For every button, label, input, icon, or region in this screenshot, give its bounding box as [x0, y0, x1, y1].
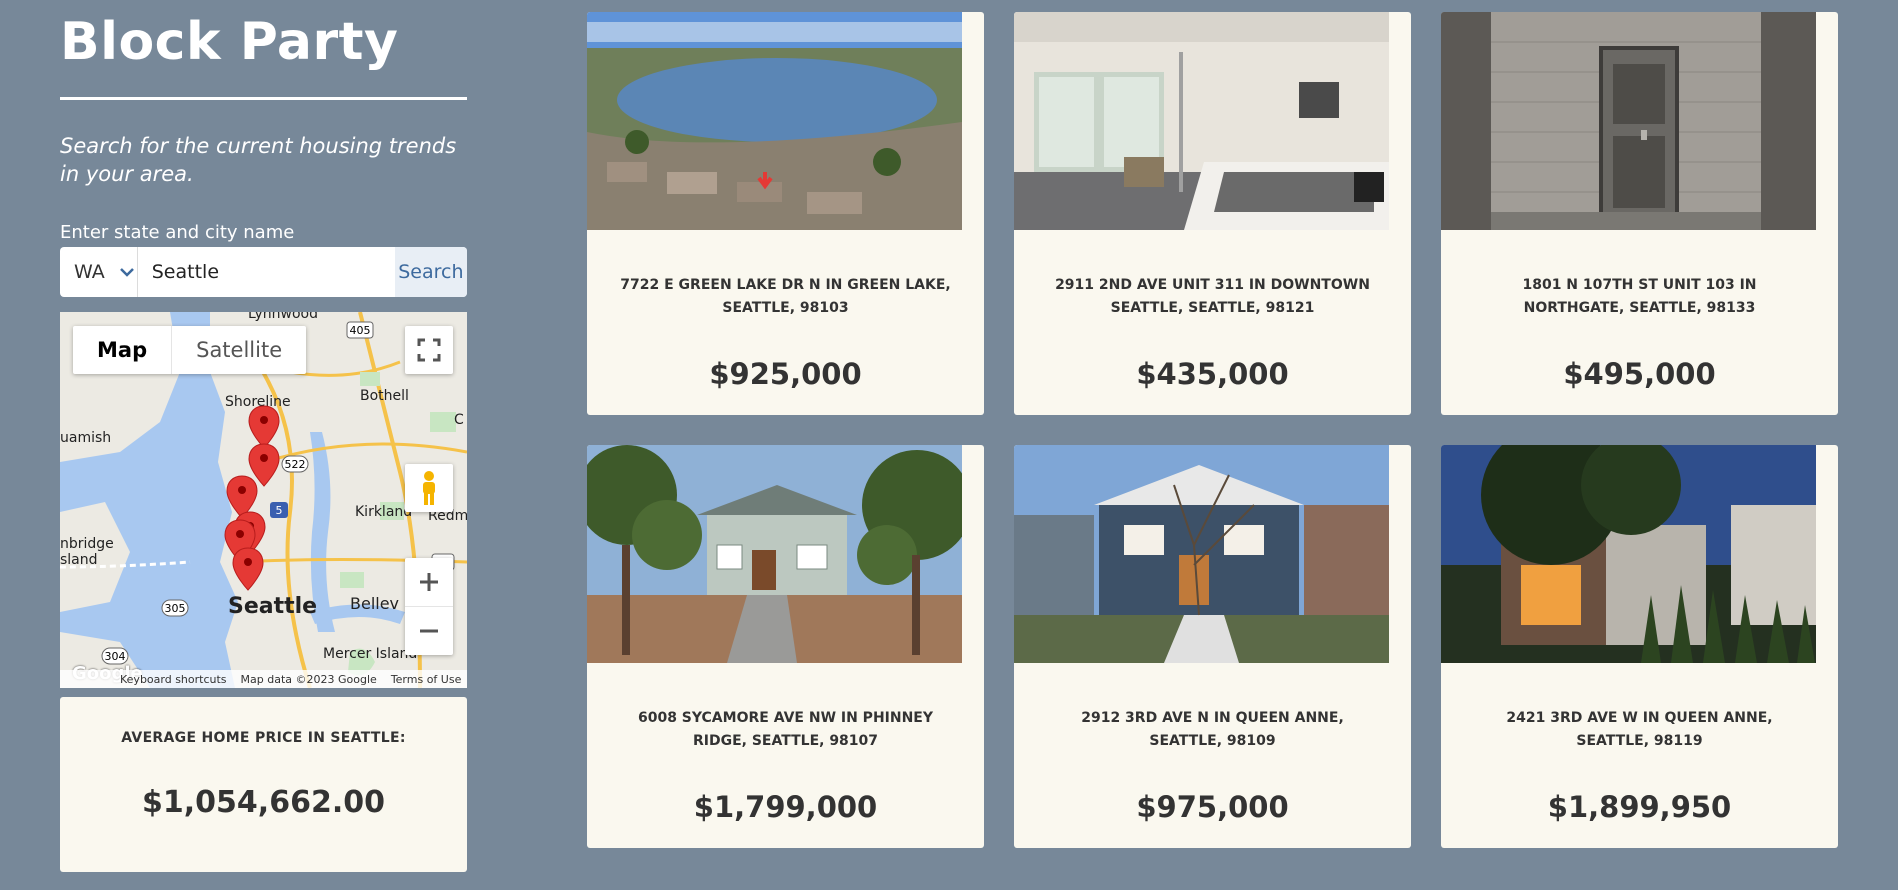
- zoom-in-button[interactable]: [405, 559, 453, 607]
- listing-card[interactable]: 6008 SYCAMORE AVE NW IN PHINNEY RIDGE, S…: [587, 445, 984, 848]
- keyboard-shortcuts-link[interactable]: Keyboard shortcuts: [120, 673, 227, 686]
- listing-card[interactable]: 1801 N 107TH ST UNIT 103 IN NORTHGATE, S…: [1441, 12, 1838, 415]
- minus-icon: [420, 629, 438, 632]
- listing-photo: [1441, 445, 1816, 663]
- average-price-card: AVERAGE HOME PRICE IN SEATTLE: $1,054,66…: [60, 697, 467, 872]
- fullscreen-button[interactable]: [405, 326, 453, 374]
- listing-address: 2912 3RD AVE N IN QUEEN ANNE, SEATTLE, 9…: [1081, 710, 1344, 749]
- listing-address: 1801 N 107TH ST UNIT 103 IN NORTHGATE, S…: [1522, 277, 1757, 316]
- street-view-button[interactable]: [405, 464, 453, 512]
- zoom-out-button[interactable]: [405, 607, 453, 655]
- city-input[interactable]: [137, 247, 395, 297]
- state-city-label: Enter state and city name: [60, 222, 295, 243]
- map-data-attribution: Map data ©2023 Google: [240, 672, 377, 686]
- search-form: WA Search: [60, 247, 467, 297]
- map-footer: Keyboard shortcuts Map data ©2023 Google…: [60, 670, 467, 688]
- terms-of-use-link[interactable]: Terms of Use: [391, 673, 462, 686]
- tab-map[interactable]: Map: [73, 326, 171, 374]
- state-select-value: WA: [74, 261, 105, 283]
- listing-address: 2421 3RD AVE W IN QUEEN ANNE, SEATTLE, 9…: [1506, 710, 1773, 749]
- map-marker-icon: [232, 547, 264, 591]
- state-select[interactable]: WA: [60, 247, 138, 297]
- pegman-icon: [423, 471, 435, 505]
- plus-icon: [420, 573, 438, 591]
- map[interactable]: Lynnwood Shoreline Bothell uamish Kirkla…: [60, 312, 467, 688]
- map-type-control: Map Satellite: [73, 326, 307, 374]
- listing-price: $1,899,950: [1547, 790, 1732, 824]
- listing-card[interactable]: 2911 2ND AVE UNIT 311 IN DOWNTOWN SEATTL…: [1014, 12, 1411, 415]
- listing-card[interactable]: 2912 3RD AVE N IN QUEEN ANNE, SEATTLE, 9…: [1014, 445, 1411, 848]
- map-marker-icon: [248, 443, 280, 487]
- listing-card[interactable]: 2421 3RD AVE W IN QUEEN ANNE, SEATTLE, 9…: [1441, 445, 1838, 848]
- zoom-control: [405, 558, 453, 655]
- listing-photo: [1014, 445, 1389, 663]
- search-button[interactable]: Search: [394, 247, 467, 297]
- tab-satellite[interactable]: Satellite: [171, 326, 306, 374]
- listing-price: $925,000: [709, 357, 862, 391]
- listing-photo: [1441, 12, 1816, 230]
- listing-photo: [587, 12, 962, 230]
- average-price-value: $1,054,662.00: [142, 785, 385, 820]
- listing-price: $975,000: [1136, 790, 1289, 824]
- listing-price: $1,799,000: [693, 790, 878, 824]
- title-divider: [60, 97, 467, 100]
- listing-address: 2911 2ND AVE UNIT 311 IN DOWNTOWN SEATTL…: [1055, 277, 1370, 316]
- listing-address: 7722 E GREEN LAKE DR N IN GREEN LAKE, SE…: [620, 277, 951, 316]
- listing-card[interactable]: 7722 E GREEN LAKE DR N IN GREEN LAKE, SE…: [587, 12, 984, 415]
- tagline: Search for the current housing trends in…: [60, 134, 457, 186]
- listing-price: $435,000: [1136, 357, 1289, 391]
- listing-photo: [1014, 12, 1389, 230]
- app-title: Block Party: [60, 12, 399, 72]
- chevron-down-icon: [117, 262, 137, 282]
- listing-address: 6008 SYCAMORE AVE NW IN PHINNEY RIDGE, S…: [637, 710, 934, 749]
- map-marker-icon: [248, 405, 280, 449]
- average-price-label: AVERAGE HOME PRICE IN SEATTLE:: [121, 730, 406, 746]
- fullscreen-icon: [417, 338, 441, 362]
- listing-photo: [587, 445, 962, 663]
- listing-price: $495,000: [1563, 357, 1716, 391]
